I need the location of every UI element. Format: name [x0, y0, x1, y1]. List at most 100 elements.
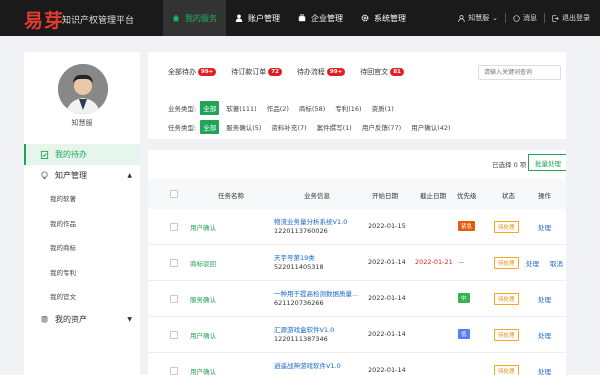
process-button[interactable]: 处理	[526, 258, 539, 268]
filter-chip[interactable]: 作品(2)	[264, 101, 292, 115]
task-name-link[interactable]: 用户确认	[190, 330, 216, 340]
gear-icon	[361, 14, 369, 22]
count-badge: 99+	[198, 68, 217, 76]
briefcase-icon	[298, 14, 306, 22]
priority-badge: 低	[458, 329, 470, 339]
sidebar-item-label: 我的待办	[55, 150, 87, 159]
cancel-button[interactable]: 取消	[550, 258, 563, 268]
count-badge: 99+	[326, 68, 346, 76]
top-right-tools: 知慧服 ⌄ 消息 退出登录	[458, 0, 590, 36]
nav-label: 我的服务	[185, 13, 217, 23]
filter-chip[interactable]: 案件撰写(1)	[314, 120, 355, 134]
business-id: 621120736266	[274, 299, 324, 307]
nav-enterprise[interactable]: 企业管理	[289, 0, 352, 36]
sidebar-subitem-works[interactable]: 我的作品	[24, 211, 140, 236]
avatar	[58, 64, 108, 114]
row-checkbox[interactable]	[170, 259, 178, 267]
table-row[interactable]: 服务确认 一种用于提高检测数据质量... 621120736266 2022-01-1…	[148, 281, 566, 317]
user-icon	[458, 14, 465, 22]
filter-chip[interactable]: 专利(16)	[332, 101, 364, 115]
task-name-link[interactable]: 用户确认	[190, 222, 216, 232]
divider	[505, 13, 506, 23]
business-id: 1220111387346	[274, 335, 328, 343]
nav-label: 系统管理	[374, 13, 406, 23]
start-date: 2022-01-14	[368, 258, 406, 266]
tab-label: 待回官文	[360, 68, 389, 76]
nav-my-services[interactable]: 我的服务	[163, 0, 226, 36]
task-type-filter: 任务类型: 全部 服务确认(5) 资料补充(7) 案件撰写(1) 用户反馈(77…	[168, 120, 458, 134]
column-header: 任务名称	[218, 192, 244, 200]
table-row[interactable]: 用户确认 汇源游戏盒软件V1.0 1220111387346 2022-01-14 低 待…	[148, 317, 566, 353]
process-button[interactable]: 处理	[538, 294, 551, 304]
business-id: 1220113760026	[274, 227, 328, 235]
tab-label: 待办流程	[296, 68, 325, 76]
filter-chip[interactable]: 资质(1)	[369, 101, 397, 115]
filter-chip-all[interactable]: 全部	[200, 101, 220, 115]
column-header: 截止日期	[420, 192, 446, 200]
tab-pending-process[interactable]: 待办流程 99+	[296, 67, 346, 77]
select-all-checkbox[interactable]	[170, 190, 178, 198]
batch-process-button[interactable]: 批量处理	[528, 154, 566, 171]
business-name-link[interactable]: 汇源游戏盒软件V1.0	[274, 324, 334, 334]
selected-count: 已选择 0 项	[492, 161, 527, 169]
process-button[interactable]: 处理	[538, 330, 551, 340]
business-name-link[interactable]: 一种用于提高检测数据质量...	[274, 288, 358, 298]
sidebar-item-todo[interactable]: 我的待办	[24, 144, 140, 165]
logout-icon	[552, 14, 559, 22]
user-menu[interactable]: 知慧服 ⌄	[458, 13, 498, 23]
task-name-link[interactable]: 商标驳回	[190, 258, 216, 268]
business-name-link[interactable]: 物流业务量分析系统V1.0	[274, 216, 347, 226]
tab-pending-orders[interactable]: 待订款订单 72	[231, 67, 282, 77]
due-date: 2022-01-21	[415, 258, 453, 266]
process-button[interactable]: 处理	[538, 366, 551, 375]
todo-tabs: 全部待办 99+ 待订款订单 72 待办流程 99+ 待回官文 81	[168, 67, 419, 77]
tab-pending-documents[interactable]: 待回官文 81	[360, 67, 404, 77]
sidebar-subitem-trademarks[interactable]: 我的商标	[24, 235, 140, 260]
message-icon	[513, 14, 520, 22]
table-row[interactable]: 商标驳回 天宇号第19类 522011405318 2022-01-14 2022-01…	[148, 245, 566, 281]
sidebar-item-ip-management[interactable]: 知产管理 ▲	[24, 165, 140, 186]
count-badge: 81	[390, 68, 404, 76]
tab-all-todo[interactable]: 全部待办 99+	[168, 67, 217, 77]
search-input[interactable]	[478, 65, 561, 80]
row-checkbox[interactable]	[170, 331, 178, 339]
status-badge: 待处理	[494, 365, 519, 375]
filter-chip[interactable]: 用户反馈(77)	[359, 120, 404, 134]
row-checkbox[interactable]	[170, 295, 178, 303]
business-name-link[interactable]: 逍遥战神游戏软件V1.0	[274, 360, 341, 370]
row-checkbox[interactable]	[170, 223, 178, 231]
home-icon	[172, 14, 180, 22]
clipboard-icon	[40, 150, 49, 159]
filter-chip[interactable]: 软著(111)	[223, 101, 259, 115]
filter-chip-all[interactable]: 全部	[200, 120, 220, 134]
business-name-link[interactable]: 天宇号第19类	[274, 252, 315, 262]
column-header: 业务信息	[304, 192, 330, 200]
task-name-link[interactable]: 服务确认	[190, 294, 216, 304]
chevron-down-icon: ▼	[127, 315, 132, 323]
count-badge: 72	[268, 68, 282, 76]
table-row[interactable]: 用户确认 物流业务量分析系统V1.0 1220113760026 2022-01-15…	[148, 209, 566, 245]
nav-account[interactable]: 账户管理	[226, 0, 289, 36]
filter-label: 任务类型:	[168, 124, 197, 132]
business-type-filter: 业务类型: 全部 软著(111) 作品(2) 商标(58) 专利(16) 资质(…	[168, 101, 401, 115]
nav-system[interactable]: 系统管理	[352, 0, 415, 36]
messages-button[interactable]: 消息	[513, 13, 537, 23]
column-header: 操作	[538, 192, 551, 200]
status-badge: 待处理	[494, 221, 519, 233]
sidebar-item-assets[interactable]: 我的资产 ▼	[24, 309, 140, 330]
sidebar-subitem-software[interactable]: 我的软著	[24, 186, 140, 211]
filter-chip[interactable]: 服务确认(5)	[223, 120, 264, 134]
sidebar-subitem-patents[interactable]: 我的专利	[24, 260, 140, 285]
filter-label: 业务类型:	[168, 105, 197, 113]
row-checkbox[interactable]	[170, 367, 178, 375]
filter-chip[interactable]: 资料补充(7)	[268, 120, 309, 134]
status-badge: 待处理	[494, 257, 519, 269]
filter-chip[interactable]: 用户确认(42)	[408, 120, 453, 134]
logout-button[interactable]: 退出登录	[552, 13, 590, 23]
sidebar-subitem-documents[interactable]: 我的官文	[24, 284, 140, 309]
table-row[interactable]: 用户确认 逍遥战神游戏软件V1.0 2022-01-14 待处理 处理	[148, 353, 566, 375]
filter-chip[interactable]: 商标(58)	[296, 101, 328, 115]
messages-label: 消息	[523, 14, 537, 22]
process-button[interactable]: 处理	[538, 222, 551, 232]
task-name-link[interactable]: 用户确认	[190, 366, 216, 375]
